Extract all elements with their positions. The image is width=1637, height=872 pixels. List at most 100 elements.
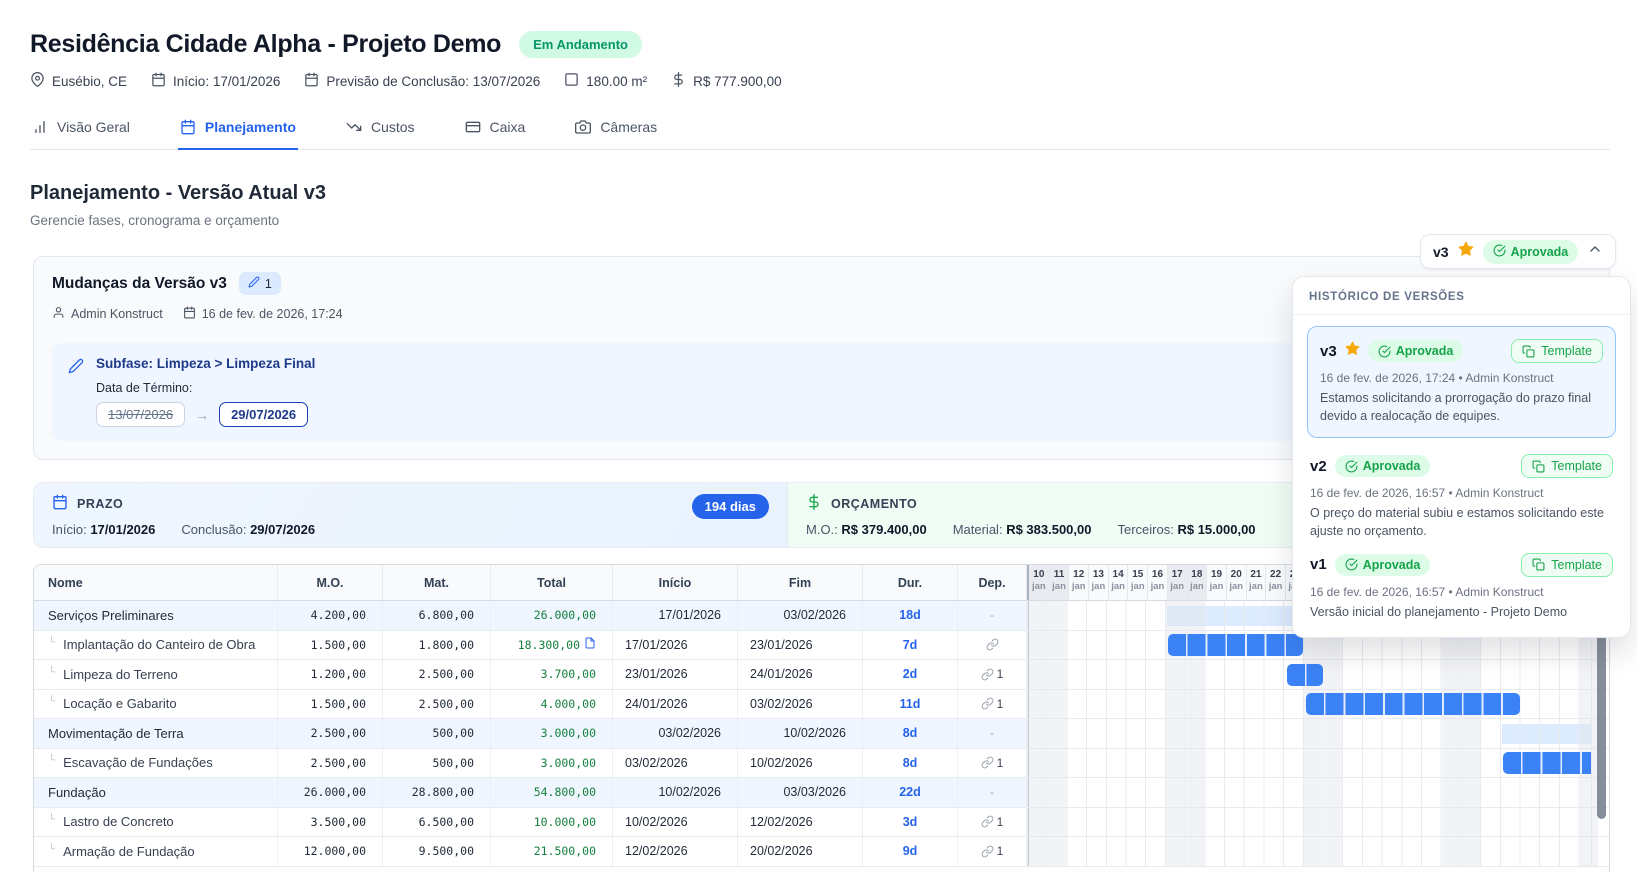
start-date-cell: 10/02/2026 — [613, 778, 738, 807]
material-cost-cell: 28.800,00 — [383, 778, 491, 807]
credit-card-icon — [465, 119, 481, 135]
table-row[interactable]: Fundação26.000,0028.800,0054.800,0010/02… — [34, 778, 1609, 808]
start-date-cell: 03/02/2026 — [613, 719, 738, 748]
project-header: Residência Cidade Alpha - Projeto Demo E… — [30, 30, 1607, 90]
gantt-task-bar[interactable] — [1306, 693, 1520, 715]
vertical-scrollbar[interactable] — [1597, 625, 1606, 819]
calendar-icon — [52, 494, 68, 513]
trending-down-icon — [346, 119, 362, 135]
check-circle-icon — [1345, 460, 1358, 473]
history-entry-v2[interactable]: v2Aprovada Template 16 de fev. de 2026, … — [1307, 444, 1616, 542]
version-label: v3 — [1320, 343, 1337, 360]
column-header-fim: Fim — [738, 565, 863, 600]
gantt-day-header: 18jan — [1187, 565, 1207, 600]
template-button[interactable]: Template — [1521, 553, 1613, 577]
tab-bar: Visão Geral Planejamento Custos Caixa Câmera… — [30, 117, 1610, 150]
calendar-icon — [304, 72, 319, 90]
note-icon[interactable] — [584, 637, 596, 652]
material-cost-cell: 500,00 — [383, 749, 491, 778]
task-name-cell: └Lastro de Concreto — [34, 808, 278, 837]
calendar-icon — [304, 72, 319, 87]
tree-branch-icon: └ — [48, 696, 55, 707]
table-body: Serviços Preliminares4.200,006.800,0026.… — [34, 601, 1609, 867]
history-entry-v1[interactable]: v1Aprovada Template 16 de fev. de 2026, … — [1307, 543, 1616, 623]
gantt-cell — [1027, 749, 1591, 778]
start-date-cell: 23/01/2026 — [613, 660, 738, 689]
end-date-cell: 10/02/2026 — [738, 719, 863, 748]
location-meta: Eusébio, CE — [30, 72, 127, 90]
gantt-task-bar[interactable] — [1287, 664, 1323, 686]
days-count-badge: 194 dias — [692, 494, 769, 519]
history-entry-v3[interactable]: v3Aprovada Template 16 de fev. de 2026, … — [1307, 326, 1616, 438]
end-date-cell: 12/02/2026 — [738, 808, 863, 837]
scrollbar-gutter — [1591, 837, 1609, 866]
pencil-icon — [68, 358, 84, 427]
total-cost-cell: 4.000,00 — [491, 690, 613, 719]
tab-caixa[interactable]: Caixa — [463, 117, 528, 150]
tab-visão-geral[interactable]: Visão Geral — [30, 117, 132, 150]
dependency-cell: - — [958, 601, 1027, 630]
labor-cost-cell: 26.000,00 — [278, 778, 383, 807]
pencil-icon — [68, 358, 84, 374]
material-value: Material: R$ 383.500,00 — [953, 522, 1092, 537]
version-selector-button[interactable]: v3 Aprovada — [1420, 234, 1616, 269]
approved-badge: Aprovada — [1483, 240, 1579, 264]
dependency-cell: 1 — [958, 749, 1027, 778]
gantt-day-header: 17jan — [1167, 565, 1187, 600]
page-title: Planejamento - Versão Atual v3 — [30, 182, 1607, 205]
column-header-dur: Dur. — [863, 565, 958, 600]
gantt-day-header: 14jan — [1108, 565, 1128, 600]
labor-cost-cell: 2.500,00 — [278, 719, 383, 748]
tab-planejamento[interactable]: Planejamento — [178, 117, 298, 150]
table-row[interactable]: └Limpeza do Terreno1.200,002.500,003.700… — [34, 660, 1609, 690]
column-header-mat: Mat. — [383, 565, 491, 600]
map-pin-icon — [30, 72, 45, 90]
calendar-icon — [151, 72, 166, 90]
gantt-day-header: 22jan — [1265, 565, 1285, 600]
gantt-day-header: 10jan — [1029, 565, 1049, 600]
template-button[interactable]: Template — [1511, 339, 1603, 363]
duration-cell: 18d — [863, 601, 958, 630]
author-meta: Admin Konstruct — [52, 306, 163, 322]
table-row[interactable]: └Lastro de Concreto3.500,006.500,0010.00… — [34, 808, 1609, 838]
start-date-cell: 17/01/2026 — [613, 601, 738, 630]
gantt-task-bar[interactable] — [1168, 634, 1303, 656]
history-title: HISTÓRICO DE VERSÕES — [1293, 277, 1630, 315]
map-pin-icon — [30, 72, 45, 87]
tree-branch-icon: └ — [48, 755, 55, 766]
labor-cost-cell: 12.000,00 — [278, 837, 383, 866]
calendar-icon — [180, 119, 196, 135]
check-circle-icon — [1378, 345, 1391, 358]
template-button[interactable]: Template — [1521, 454, 1613, 478]
star-icon — [1345, 341, 1360, 361]
gantt-day-header: 13jan — [1088, 565, 1108, 600]
table-row[interactable]: └Locação e Gabarito1.500,002.500,004.000… — [34, 690, 1609, 720]
project-title: Residência Cidade Alpha - Projeto Demo — [30, 30, 501, 59]
column-header-total: Total — [491, 565, 613, 600]
start-date-cell: 12/02/2026 — [613, 837, 738, 866]
dependency-cell: 1 — [958, 690, 1027, 719]
material-cost-cell: 2.500,00 — [383, 660, 491, 689]
total-cost-cell: 54.800,00 — [491, 778, 613, 807]
tab-custos[interactable]: Custos — [344, 117, 417, 150]
change-field-label: Data de Término: — [96, 381, 315, 395]
table-row[interactable]: └Escavação de Fundações2.500,00500,003.0… — [34, 749, 1609, 779]
entry-description: O preço do material subiu e estamos soli… — [1310, 504, 1613, 540]
entry-meta: 16 de fev. de 2026, 16:57 • Admin Konstr… — [1310, 585, 1613, 599]
link-icon — [986, 638, 999, 651]
task-name-cell: └Limpeza do Terreno — [34, 660, 278, 689]
approved-badge: Aprovada — [1335, 455, 1431, 477]
gantt-task-bar[interactable] — [1503, 752, 1591, 774]
labor-cost-cell: 1.200,00 — [278, 660, 383, 689]
entry-description: Estamos solicitando a prorrogação do pra… — [1320, 389, 1603, 425]
tab-câmeras[interactable]: Câmeras — [573, 117, 659, 150]
labor-cost-cell: 3.500,00 — [278, 808, 383, 837]
table-row[interactable]: └Armação de Fundação12.000,009.500,0021.… — [34, 837, 1609, 867]
version-label: v2 — [1310, 458, 1327, 475]
gantt-phase-band[interactable] — [1502, 724, 1591, 744]
approved-badge: Aprovada — [1335, 554, 1431, 576]
gantt-day-header: 21jan — [1246, 565, 1266, 600]
total-cost-cell: 18.300,00 — [491, 631, 613, 660]
version-label: v3 — [1433, 244, 1449, 260]
table-row[interactable]: Movimentação de Terra2.500,00500,003.000… — [34, 719, 1609, 749]
